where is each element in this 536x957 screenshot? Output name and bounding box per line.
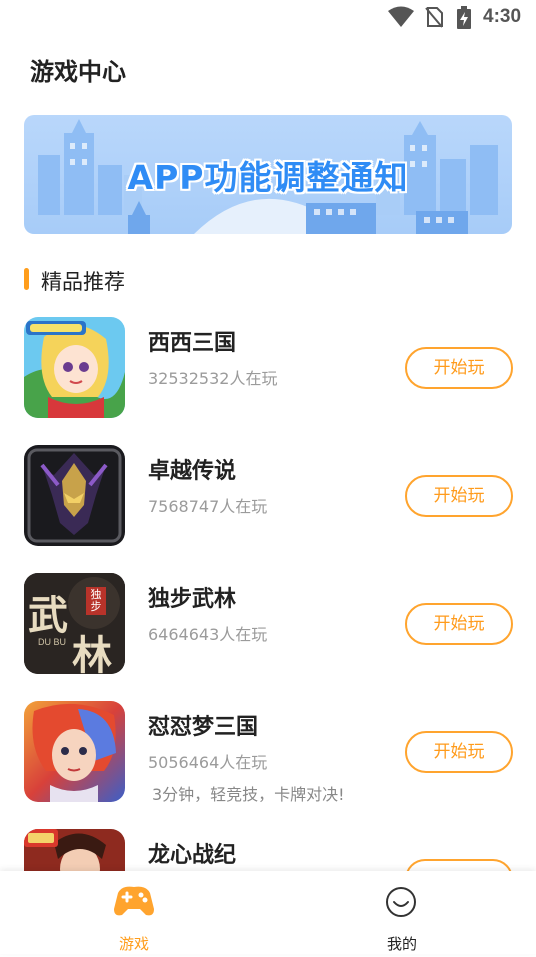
game-list-item[interactable]: 怼怼梦三国 5056464人在玩 3分钟，轻竞技，卡牌对决! 开始玩 bbox=[0, 701, 536, 829]
xixi-sanguo-icon[interactable] bbox=[24, 317, 125, 418]
game-name: 西西三国 bbox=[148, 331, 237, 356]
game-list-item[interactable]: 西西三国 32532532人在玩 开始玩 bbox=[0, 317, 536, 445]
smiley-icon bbox=[384, 885, 418, 923]
section-accent-bar bbox=[24, 268, 29, 290]
icon-subtitle-text: DU BU bbox=[38, 637, 67, 647]
game-description: 3分钟，轻竞技，卡牌对决! bbox=[152, 785, 345, 804]
icon-seal-text: 独步 bbox=[86, 587, 106, 615]
start-play-button[interactable]: 开始玩 bbox=[405, 347, 513, 389]
nav-tab-mine[interactable]: 我的 bbox=[268, 871, 536, 954]
notice-banner[interactable]: APP功能调整通知 bbox=[24, 115, 512, 234]
wifi-icon bbox=[388, 6, 414, 32]
icon-glyph-wu: 武 bbox=[28, 592, 68, 639]
game-list-item[interactable]: 卓越传说 7568747人在玩 开始玩 bbox=[0, 445, 536, 573]
nav-label-mine: 我的 bbox=[386, 935, 417, 953]
start-play-button[interactable]: 开始玩 bbox=[405, 603, 513, 645]
game-player-count: 32532532人在玩 bbox=[148, 369, 278, 388]
game-player-count: 5056464人在玩 bbox=[148, 753, 268, 772]
dubu-wulin-icon[interactable]: 武 林 独步 DU BU bbox=[24, 573, 125, 674]
game-name: 卓越传说 bbox=[148, 459, 237, 484]
game-name: 怼怼梦三国 bbox=[148, 715, 259, 740]
bottom-navigation: 游戏 我的 bbox=[0, 871, 536, 954]
icon-glyph-lin: 林 bbox=[72, 632, 112, 674]
game-list-item[interactable]: 武 林 独步 DU BU 独步武林 6464643人在玩 开始玩 bbox=[0, 573, 536, 701]
start-play-button[interactable]: 开始玩 bbox=[405, 731, 513, 773]
game-name: 独步武林 bbox=[148, 587, 237, 612]
status-bar: 4:30 bbox=[0, 0, 536, 36]
nav-tab-games[interactable]: 游戏 bbox=[0, 871, 268, 954]
banner-title: APP功能调整通知 bbox=[127, 158, 409, 197]
no-sim-icon bbox=[424, 6, 444, 32]
start-play-button[interactable]: 开始玩 bbox=[405, 475, 513, 517]
clock: 4:30 bbox=[483, 6, 522, 27]
nav-label-games: 游戏 bbox=[118, 935, 149, 953]
gamepad-icon bbox=[112, 879, 156, 927]
battery-charging-icon bbox=[456, 6, 472, 34]
duidui-meng-sanguo-icon[interactable] bbox=[24, 701, 125, 802]
zhuoyue-chuanshuo-icon[interactable] bbox=[24, 445, 125, 546]
section-title: 精品推荐 bbox=[41, 270, 125, 294]
game-player-count: 6464643人在玩 bbox=[148, 625, 268, 644]
page-title: 游戏中心 bbox=[30, 58, 126, 86]
game-player-count: 7568747人在玩 bbox=[148, 497, 268, 516]
game-name: 龙心战纪 bbox=[148, 843, 237, 868]
